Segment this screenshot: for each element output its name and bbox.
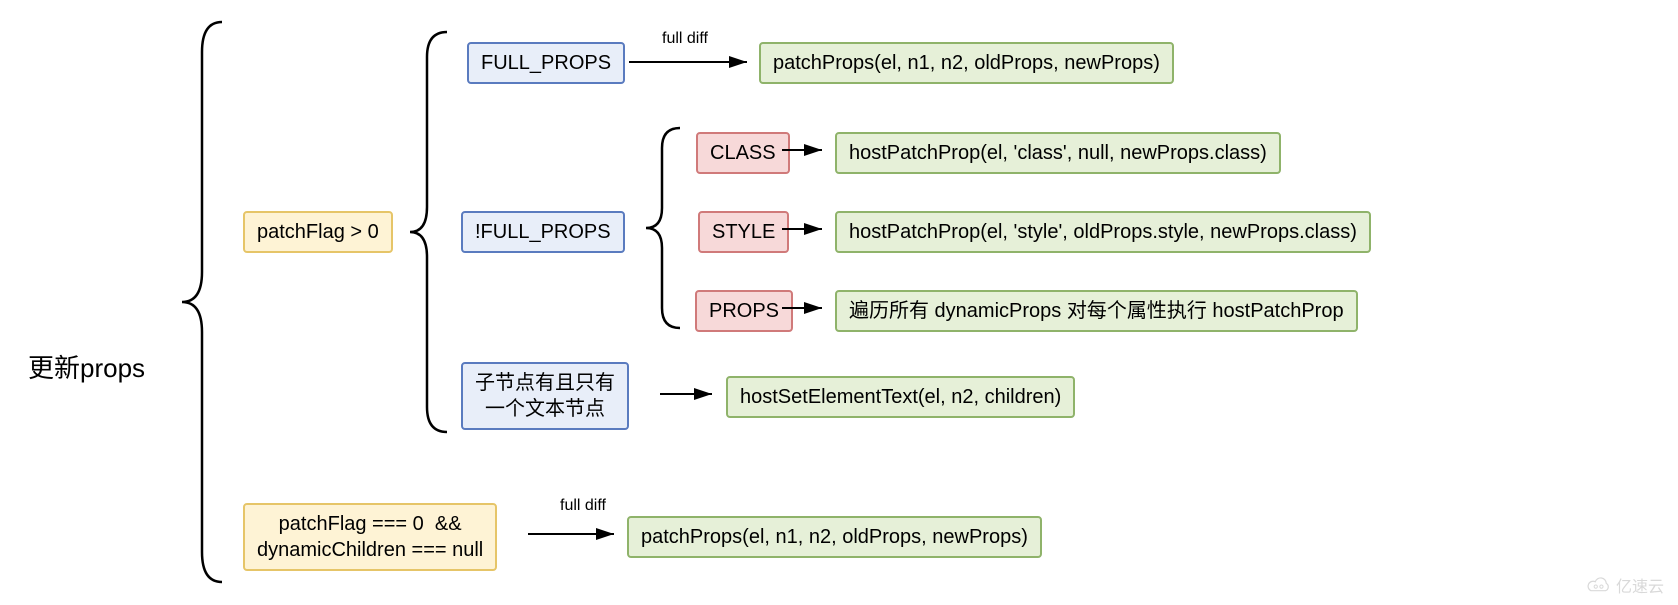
note-full-diff-1: full diff bbox=[662, 30, 708, 48]
case-class: CLASS bbox=[696, 132, 790, 174]
note-full-diff-2: full diff bbox=[560, 497, 606, 515]
case-text-child: 子节点有且只有 一个文本节点 bbox=[461, 362, 629, 430]
condition-patchflag-positive: patchFlag > 0 bbox=[243, 211, 393, 253]
watermark: 亿速云 bbox=[1586, 573, 1664, 597]
result-style: hostPatchProp(el, 'style', oldProps.styl… bbox=[835, 211, 1371, 253]
case-props: PROPS bbox=[695, 290, 793, 332]
case-style: STYLE bbox=[698, 211, 789, 253]
arrow-icon bbox=[660, 384, 724, 404]
arrow-icon bbox=[528, 524, 626, 544]
cloud-icon bbox=[1586, 575, 1612, 595]
arrow-icon bbox=[629, 52, 759, 72]
brace-icon bbox=[402, 32, 457, 432]
result-text-child: hostSetElementText(el, n2, children) bbox=[726, 376, 1075, 418]
result-class: hostPatchProp(el, 'class', null, newProp… bbox=[835, 132, 1281, 174]
brace-icon bbox=[640, 128, 690, 328]
result-branch2: patchProps(el, n1, n2, oldProps, newProp… bbox=[627, 516, 1042, 558]
result-props: 遍历所有 dynamicProps 对每个属性执行 hostPatchProp bbox=[835, 290, 1358, 332]
watermark-text: 亿速云 bbox=[1616, 573, 1664, 597]
case-not-full-props: !FULL_PROPS bbox=[461, 211, 625, 253]
case-full-props: FULL_PROPS bbox=[467, 42, 625, 84]
condition-patchflag-zero: patchFlag === 0 && dynamicChildren === n… bbox=[243, 503, 497, 571]
brace-icon bbox=[172, 22, 232, 582]
result-full-props: patchProps(el, n1, n2, oldProps, newProp… bbox=[759, 42, 1174, 84]
root-label: 更新props bbox=[28, 348, 145, 385]
arrow-icon bbox=[782, 219, 832, 239]
